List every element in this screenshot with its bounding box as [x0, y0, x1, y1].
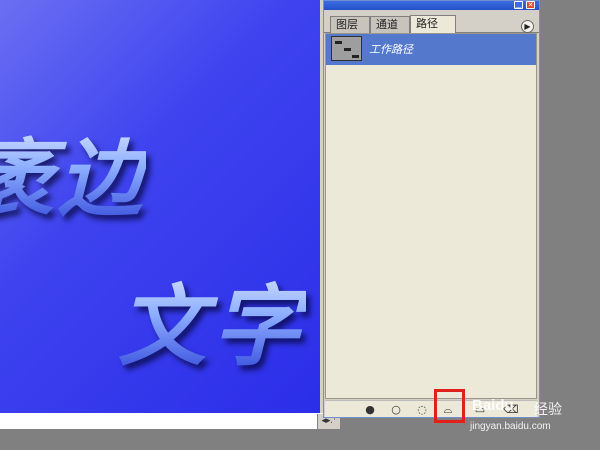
art-text-line-1: 袤边 [0, 112, 146, 233]
panel-menu-icon[interactable]: ▶ [521, 20, 534, 33]
highlight-annotation [434, 389, 465, 423]
horizontal-scrollbar[interactable]: ◂▸ [0, 413, 340, 430]
close-icon[interactable]: ✕ [526, 1, 535, 9]
path-list: 工作路径 [325, 33, 537, 399]
path-item-work-path[interactable]: 工作路径 [326, 34, 536, 65]
path-thumbnail [331, 36, 362, 61]
tab-paths[interactable]: 路径 [410, 15, 456, 34]
panel-titlebar[interactable]: ▁ ✕ [324, 1, 539, 10]
panel-tabs: 图层 通道 路径 ▶ [324, 11, 539, 34]
art-text-line-2: 文字 [118, 256, 306, 383]
tab-channels[interactable]: 通道 [370, 16, 410, 33]
scroll-track[interactable] [0, 414, 318, 429]
paths-panel: ▁ ✕ 图层 通道 路径 ▶ 工作路径 ● ○ ◌ ⌓ ▭ ⌫ [323, 0, 540, 418]
fill-path-icon[interactable]: ● [363, 403, 377, 416]
watermark-logo: Baidu [472, 397, 514, 414]
watermark-cn: 经验 [534, 402, 562, 418]
watermark: Baidu 经验 jingyan.baidu.com [470, 397, 600, 437]
path-item-label: 工作路径 [369, 43, 413, 56]
stroke-path-icon[interactable]: ○ [389, 403, 403, 416]
tab-layers[interactable]: 图层 [330, 16, 370, 33]
minimize-icon[interactable]: ▁ [514, 1, 523, 9]
load-selection-icon[interactable]: ◌ [415, 403, 429, 416]
workspace-background [540, 0, 600, 450]
image-canvas[interactable]: 袤边 文字 [0, 0, 320, 413]
watermark-url: jingyan.baidu.com [470, 421, 551, 432]
